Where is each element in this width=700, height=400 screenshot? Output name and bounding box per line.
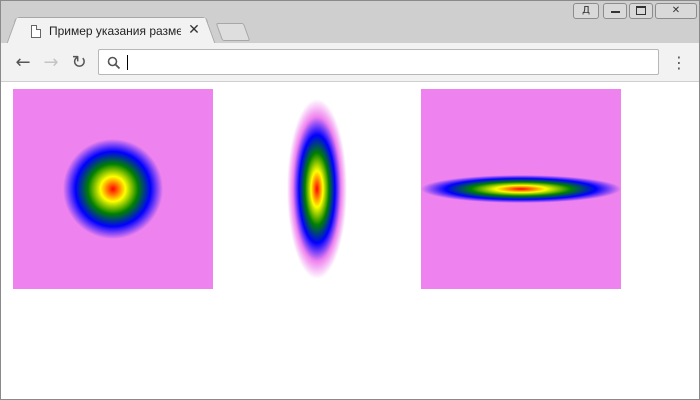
maximize-button[interactable] [629, 3, 653, 19]
back-button[interactable]: ← [13, 53, 33, 73]
reload-icon: ↻ [71, 52, 87, 73]
tab-close-icon[interactable]: ✕ [186, 22, 202, 38]
menu-icon: ⋮ [671, 53, 687, 72]
search-icon [107, 56, 121, 70]
maximize-icon [636, 5, 646, 15]
page-content [1, 82, 699, 399]
user-profile-button[interactable]: Д [573, 3, 599, 19]
forward-button[interactable]: → [41, 53, 61, 73]
close-window-button[interactable]: ✕ [655, 3, 697, 19]
minimize-button[interactable] [603, 3, 627, 19]
address-bar[interactable] [98, 49, 659, 75]
browser-window: Пример указания размера ✕ Д ✕ ← → ↻ [0, 0, 700, 400]
circle-gradient-box [13, 89, 213, 289]
back-arrow-icon: ← [15, 52, 31, 73]
menu-button[interactable]: ⋮ [669, 53, 689, 73]
user-label: Д [582, 5, 590, 16]
new-tab-button[interactable] [215, 23, 251, 41]
forward-arrow-icon: → [43, 52, 59, 73]
title-bar: Пример указания размера ✕ Д ✕ [1, 1, 699, 45]
browser-tab[interactable]: Пример указания размера ✕ [14, 17, 208, 45]
browser-toolbar: ← → ↻ ⋮ [1, 43, 699, 82]
minimize-icon [610, 11, 620, 13]
reload-button[interactable]: ↻ [69, 53, 89, 73]
vertical-ellipse-gradient-box [267, 89, 367, 289]
close-icon: ✕ [671, 5, 681, 16]
text-caret [127, 55, 128, 70]
address-input[interactable] [125, 53, 645, 71]
page-icon [31, 25, 41, 38]
tab-title: Пример указания размера [49, 24, 181, 38]
horizontal-ellipse-gradient-box [421, 89, 621, 289]
